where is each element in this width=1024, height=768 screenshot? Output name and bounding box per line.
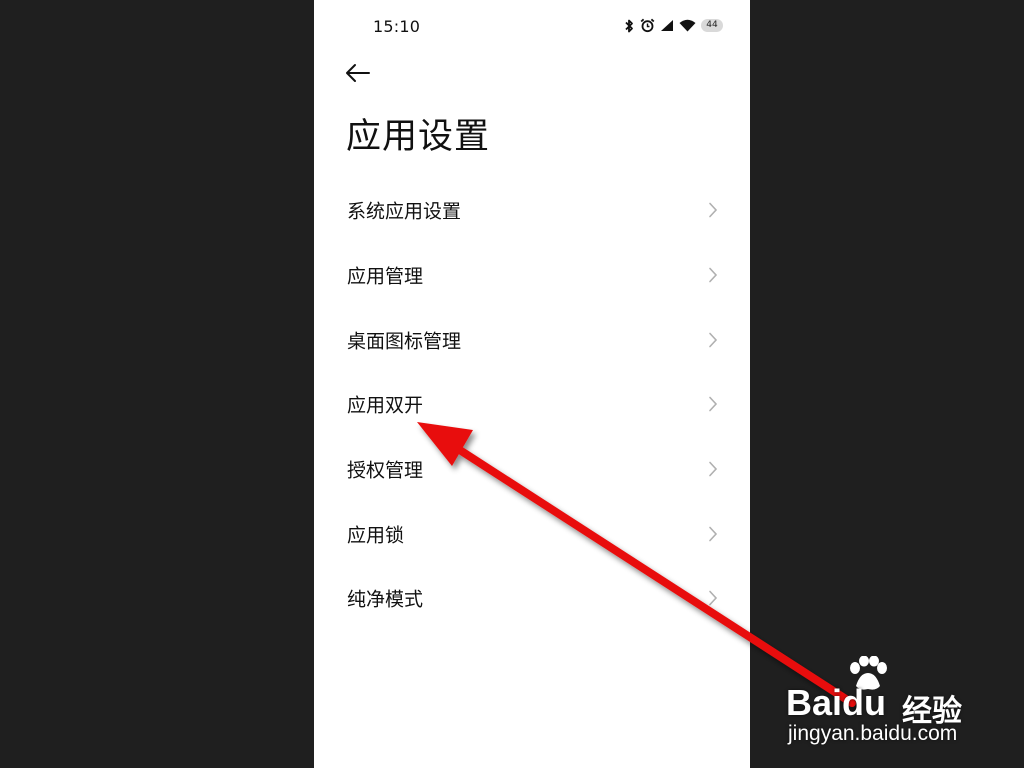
baidu-jingyan-watermark: Baidu 经验 jingyan.baidu.com [784,656,974,756]
phone-screen: 15:10 44 应用设置 系统应用设置 应用管理 桌面图标管理 应用双开 授权… [314,0,750,768]
watermark-brand: Baidu [786,682,887,723]
settings-item-system-app-settings[interactable]: 系统应用设置 [314,178,750,243]
settings-item-label: 系统应用设置 [347,200,462,223]
chevron-right-icon [709,203,718,218]
settings-item-label: 纯净模式 [347,588,424,611]
chevron-right-icon [709,591,718,606]
status-icons: 44 [623,18,723,33]
bluetooth-icon [625,19,633,32]
battery-indicator: 44 [701,19,723,32]
settings-item-label: 桌面图标管理 [347,330,462,353]
settings-item-desktop-icon-management[interactable]: 桌面图标管理 [314,307,750,372]
settings-item-app-lock[interactable]: 应用锁 [314,501,750,566]
settings-list: 系统应用设置 应用管理 桌面图标管理 应用双开 授权管理 应用锁 纯净模式 [314,178,750,631]
cellular-signal-icon [661,20,673,31]
wifi-icon [679,19,696,32]
settings-item-label: 应用双开 [347,394,424,417]
settings-item-permissions[interactable]: 授权管理 [314,437,750,502]
page-title: 应用设置 [346,117,491,157]
alarm-icon [640,18,655,33]
watermark-url: jingyan.baidu.com [788,722,958,745]
chevron-right-icon [709,461,718,477]
arrow-left-icon [346,64,370,82]
settings-item-pure-mode[interactable]: 纯净模式 [314,566,750,631]
chevron-right-icon [709,397,718,412]
status-time: 15:10 [373,17,421,36]
chevron-right-icon [709,526,718,542]
status-bar: 15:10 44 [314,0,750,54]
settings-item-app-management[interactable]: 应用管理 [314,243,750,308]
back-button[interactable] [342,56,376,90]
settings-item-label: 授权管理 [347,459,424,482]
chevron-right-icon [709,332,718,348]
settings-item-label: 应用锁 [347,524,405,547]
chevron-right-icon [709,267,718,283]
settings-item-dual-apps[interactable]: 应用双开 [314,372,750,437]
settings-item-label: 应用管理 [347,265,424,288]
